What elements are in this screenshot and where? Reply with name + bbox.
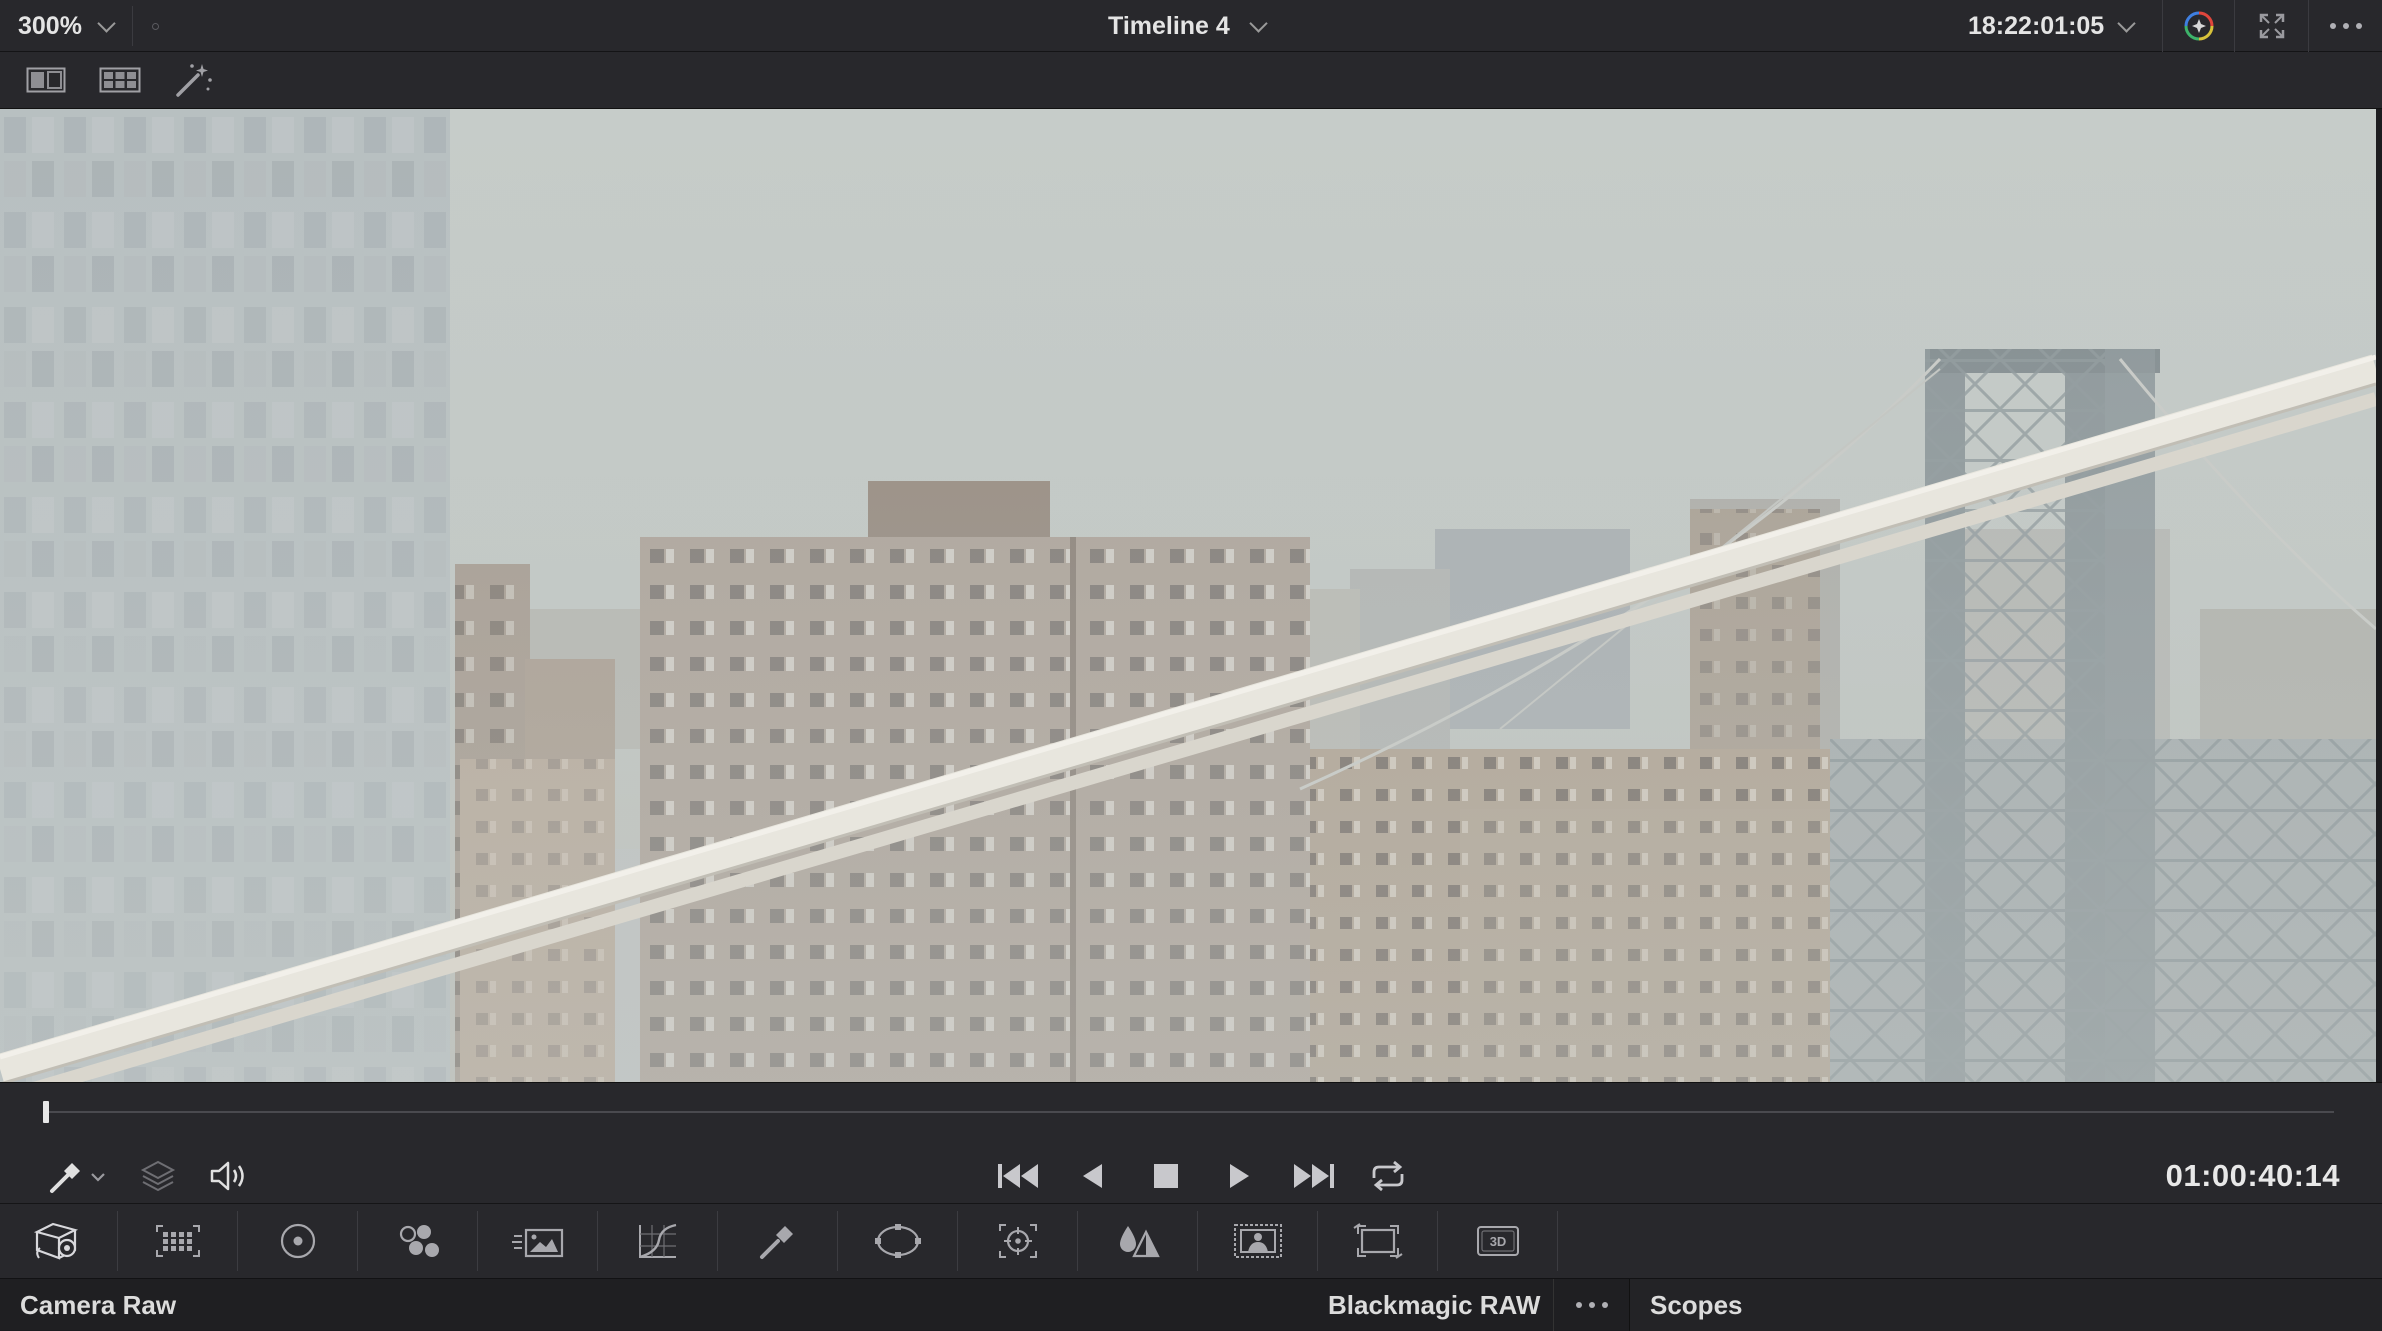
gallery-button[interactable] bbox=[98, 63, 142, 97]
tracker-icon bbox=[998, 1224, 1037, 1258]
blur-palette-button[interactable] bbox=[1078, 1211, 1198, 1271]
chevron-down-icon bbox=[97, 13, 116, 33]
sizing-icon bbox=[1352, 1223, 1403, 1259]
fullscreen-icon bbox=[2259, 13, 2284, 39]
stop-button[interactable] bbox=[1144, 1154, 1188, 1198]
loop-button[interactable] bbox=[1366, 1154, 1410, 1198]
qualifier-icon bbox=[759, 1226, 793, 1259]
color-wheels-palette-button[interactable] bbox=[238, 1211, 358, 1271]
viewer-header: 300% Timeline 4 18:22:01:05 bbox=[0, 0, 2382, 52]
window-palette-button[interactable] bbox=[838, 1211, 958, 1271]
color-highlight-icon bbox=[2184, 11, 2213, 41]
motion-effects-icon bbox=[511, 1228, 563, 1258]
curves-icon bbox=[638, 1223, 676, 1259]
3d-badge-label: 3D bbox=[1489, 1234, 1506, 1249]
tracker-palette-button[interactable] bbox=[958, 1211, 1078, 1271]
more-dots-icon bbox=[1575, 1302, 1608, 1308]
gallery-grid-icon bbox=[99, 67, 141, 93]
viewer-image[interactable] bbox=[0, 109, 2376, 1082]
split-screen-icon bbox=[26, 67, 66, 93]
motion-effects-palette-button[interactable] bbox=[478, 1211, 598, 1271]
qualifier-palette-button[interactable] bbox=[718, 1211, 838, 1271]
playhead[interactable] bbox=[43, 1101, 49, 1123]
play-reverse-icon bbox=[1083, 1164, 1102, 1188]
playback-controls bbox=[996, 1151, 1410, 1201]
color-wheels-icon bbox=[280, 1223, 315, 1259]
rgb-mixer-icon bbox=[399, 1225, 439, 1257]
layers-button[interactable] bbox=[136, 1154, 180, 1198]
curves-palette-button[interactable] bbox=[598, 1211, 718, 1271]
chevron-down-icon bbox=[2117, 13, 2136, 33]
fullscreen-button[interactable] bbox=[2234, 0, 2308, 52]
scopes-tab-label: Scopes bbox=[1650, 1289, 1743, 1320]
record-timecode: 01:00:40:14 bbox=[2165, 1158, 2340, 1193]
skip-to-end-icon bbox=[1294, 1164, 1334, 1188]
more-dots-icon bbox=[2329, 23, 2362, 29]
blur-icon bbox=[1119, 1226, 1160, 1258]
palette-toolbar: 3D bbox=[0, 1203, 2382, 1278]
sizing-palette-button[interactable] bbox=[1318, 1211, 1438, 1271]
camera-raw-icon bbox=[33, 1222, 78, 1260]
play-reverse-button[interactable] bbox=[1070, 1154, 1114, 1198]
eyedropper-icon bbox=[50, 1163, 105, 1193]
magic-wand-icon bbox=[176, 64, 212, 97]
scrubber-track[interactable] bbox=[44, 1111, 2334, 1113]
skip-to-start-icon bbox=[998, 1164, 1038, 1188]
zoom-label: 300% bbox=[18, 11, 82, 40]
play-button[interactable] bbox=[1218, 1154, 1262, 1198]
audio-button[interactable] bbox=[206, 1154, 250, 1198]
layers-icon bbox=[140, 1160, 176, 1192]
color-match-icon bbox=[155, 1225, 200, 1257]
picker-dropdown[interactable] bbox=[46, 1154, 110, 1198]
status-dot-icon bbox=[152, 23, 159, 30]
color-match-palette-button[interactable] bbox=[118, 1211, 238, 1271]
camera-raw-palette-button[interactable] bbox=[0, 1211, 118, 1271]
3d-palette-button[interactable]: 3D bbox=[1438, 1211, 1558, 1271]
timeline-name: Timeline 4 bbox=[1108, 11, 1230, 40]
highlight-button[interactable] bbox=[2162, 0, 2234, 52]
key-icon bbox=[1233, 1224, 1282, 1258]
viewer-options bbox=[2162, 0, 2382, 52]
raw-format-label: Blackmagic RAW bbox=[1328, 1289, 1541, 1320]
source-timecode-dropdown[interactable]: 18:22:01:05 bbox=[1968, 0, 2136, 52]
panel-options-button[interactable] bbox=[1553, 1279, 1629, 1331]
go-to-end-button[interactable] bbox=[1292, 1154, 1336, 1198]
transport-controls: 01:00:40:14 bbox=[0, 1082, 2382, 1203]
speaker-icon bbox=[210, 1161, 244, 1191]
3d-icon: 3D bbox=[1476, 1226, 1519, 1256]
timeline-dropdown[interactable]: Timeline 4 bbox=[1108, 0, 1268, 52]
key-palette-button[interactable] bbox=[1198, 1211, 1318, 1271]
video-frame bbox=[0, 109, 2376, 1082]
more-options-button[interactable] bbox=[2308, 0, 2382, 52]
magic-mask-button[interactable] bbox=[172, 63, 216, 97]
split-screen-button[interactable] bbox=[24, 63, 68, 97]
play-icon bbox=[1230, 1164, 1249, 1188]
viewer-toolbar bbox=[0, 52, 2382, 109]
chevron-down-icon bbox=[1249, 13, 1268, 33]
loop-icon bbox=[1372, 1160, 1404, 1192]
separator bbox=[132, 6, 133, 46]
scopes-tab[interactable]: Scopes bbox=[1629, 1279, 2382, 1331]
zoom-dropdown[interactable]: 300% bbox=[18, 0, 116, 52]
camera-raw-panel-title: Camera Raw bbox=[20, 1289, 177, 1320]
source-timecode: 18:22:01:05 bbox=[1968, 11, 2105, 40]
rgb-mixer-palette-button[interactable] bbox=[358, 1211, 478, 1271]
go-to-start-button[interactable] bbox=[996, 1154, 1040, 1198]
stop-icon bbox=[1154, 1164, 1178, 1188]
panel-header: Camera Raw Blackmagic RAW Scopes bbox=[0, 1278, 2382, 1331]
window-icon bbox=[874, 1224, 921, 1258]
viewer-tools bbox=[46, 1151, 250, 1201]
